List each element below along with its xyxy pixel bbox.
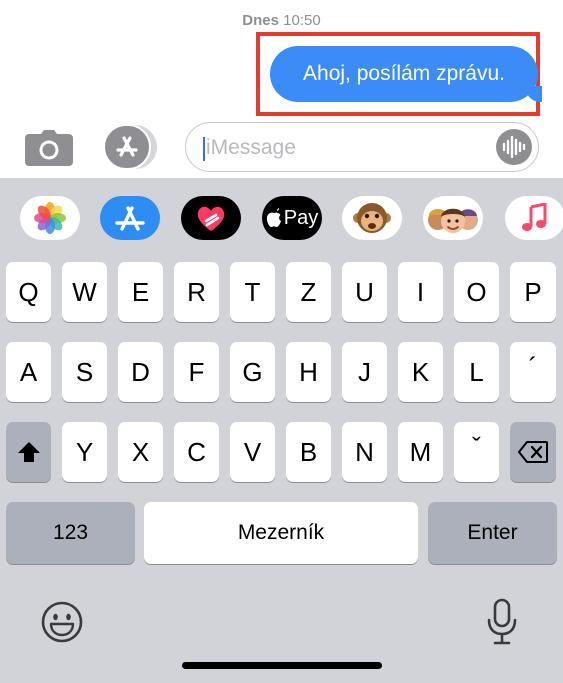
key-s[interactable]: S xyxy=(62,342,107,402)
sent-message-text: Ahoj, posílám zprávu. xyxy=(303,62,505,85)
text-cursor xyxy=(203,137,205,161)
message-input[interactable]: iMessage xyxy=(185,122,539,172)
key-x[interactable]: X xyxy=(118,422,163,482)
key-n[interactable]: N xyxy=(342,422,387,482)
key-z[interactable]: Z xyxy=(286,262,331,322)
enter-key[interactable]: Enter xyxy=(428,502,557,564)
music-icon xyxy=(522,203,547,231)
app-store-app-button[interactable] xyxy=(100,196,160,240)
apple-pay-label: Pay xyxy=(283,206,319,229)
emoji-icon xyxy=(41,601,83,643)
message-timestamp: Dnes 10:50 xyxy=(242,12,321,29)
shift-key[interactable] xyxy=(6,422,51,482)
animoji-app-button[interactable] xyxy=(342,196,402,240)
camera-icon xyxy=(25,130,73,166)
message-input-placeholder: iMessage xyxy=(206,136,296,159)
key-o[interactable]: O xyxy=(454,262,499,322)
app-store-icon xyxy=(103,124,157,170)
key-j[interactable]: J xyxy=(342,342,387,402)
shift-arrow-icon xyxy=(17,442,40,462)
key-t[interactable]: T xyxy=(230,262,275,322)
key-i[interactable]: I xyxy=(398,262,443,322)
key-q[interactable]: Q xyxy=(6,262,51,322)
key-w[interactable]: W xyxy=(62,262,107,322)
key-e[interactable]: E xyxy=(118,262,163,322)
backspace-icon xyxy=(518,441,548,463)
key-r[interactable]: R xyxy=(174,262,219,322)
key-u[interactable]: U xyxy=(342,262,387,322)
key-d[interactable]: D xyxy=(118,342,163,402)
dictation-button[interactable] xyxy=(486,598,518,646)
message-composer: iMessage xyxy=(0,118,563,178)
memoji-icon xyxy=(428,208,478,233)
key-a[interactable]: A xyxy=(6,342,51,402)
keyboard: Pay Q W E R T Z U I O P A S D F G H J K … xyxy=(0,178,563,683)
animoji-monkey-icon xyxy=(353,203,391,233)
key-y[interactable]: Y xyxy=(62,422,107,482)
key-c[interactable]: C xyxy=(174,422,219,482)
audio-message-button[interactable] xyxy=(496,129,532,165)
sent-message-bubble[interactable]: Ahoj, posílám zprávu. xyxy=(270,46,542,102)
app-store-icon xyxy=(115,206,145,231)
camera-button[interactable] xyxy=(24,128,74,168)
imessage-app-strip: Pay xyxy=(0,178,563,256)
backspace-key[interactable] xyxy=(510,422,556,482)
digital-touch-icon xyxy=(197,206,225,231)
emoji-button[interactable] xyxy=(40,600,84,644)
memoji-app-button[interactable] xyxy=(423,196,483,240)
photos-app-button[interactable] xyxy=(20,196,80,240)
space-key[interactable]: Mezerník xyxy=(144,502,418,564)
key-caron[interactable]: ˇ xyxy=(454,422,499,482)
key-v[interactable]: V xyxy=(230,422,275,482)
microphone-icon xyxy=(487,598,517,645)
apps-button[interactable] xyxy=(103,124,158,170)
key-g[interactable]: G xyxy=(230,342,275,402)
key-k[interactable]: K xyxy=(398,342,443,402)
key-m[interactable]: M xyxy=(398,422,443,482)
key-h[interactable]: H xyxy=(286,342,331,402)
numbers-key[interactable]: 123 xyxy=(6,502,135,564)
music-app-button[interactable] xyxy=(505,196,563,240)
key-l[interactable]: L xyxy=(454,342,499,402)
waveform-icon xyxy=(502,136,526,158)
key-b[interactable]: B xyxy=(286,422,331,482)
apple-pay-app-button[interactable]: Pay xyxy=(262,196,322,240)
home-indicator[interactable] xyxy=(182,662,382,669)
key-p[interactable]: P xyxy=(510,262,556,322)
key-acute-accent[interactable]: ´ xyxy=(510,342,556,402)
apple-logo-icon xyxy=(266,208,281,227)
key-f[interactable]: F xyxy=(174,342,219,402)
photos-icon xyxy=(34,202,66,234)
digital-touch-app-button[interactable] xyxy=(181,196,241,240)
